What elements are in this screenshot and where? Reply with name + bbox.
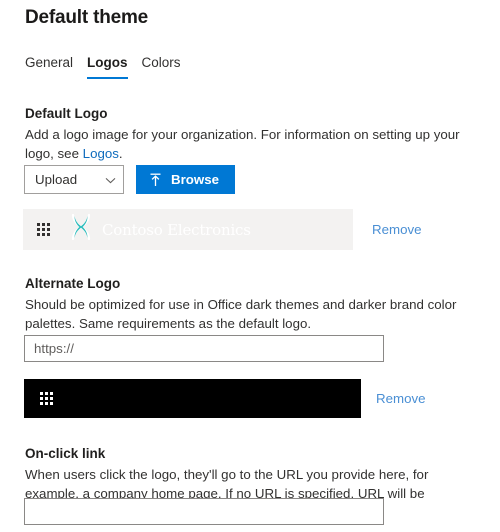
chevron-down-icon xyxy=(105,175,116,185)
page-title: Default theme xyxy=(25,7,149,28)
tab-colors[interactable]: Colors xyxy=(135,54,188,79)
onclick-link-input[interactable] xyxy=(24,498,384,525)
browse-button-label: Browse xyxy=(171,172,220,187)
brand-name-text: Contoso Electronics xyxy=(102,220,251,239)
upload-icon xyxy=(149,173,162,187)
default-logo-description-period: . xyxy=(118,146,123,161)
remove-default-logo-link[interactable]: Remove xyxy=(372,222,422,237)
tab-logos[interactable]: Logos xyxy=(80,54,135,79)
remove-alternate-logo-link[interactable]: Remove xyxy=(376,391,426,406)
waffle-grid-icon[interactable] xyxy=(40,392,53,405)
alternate-logo-url-input[interactable] xyxy=(24,335,384,362)
default-logo-description: Add a logo image for your organization. … xyxy=(25,125,480,163)
theme-tabs: General Logos Colors xyxy=(18,54,188,79)
tab-general-label: General xyxy=(25,55,74,70)
default-logo-upload-controls: Upload Browse xyxy=(24,165,236,194)
alternate-logo-heading: Alternate Logo xyxy=(25,276,121,291)
logo-source-select-value: Upload xyxy=(35,172,78,187)
contoso-x-logo-icon xyxy=(66,212,96,247)
waffle-grid-icon[interactable] xyxy=(37,223,50,236)
alternate-logo-description: Should be optimized for use in Office da… xyxy=(25,297,457,331)
logo-source-select[interactable]: Upload xyxy=(24,165,124,194)
tab-logos-label: Logos xyxy=(87,55,128,70)
default-logo-preview: Contoso Electronics xyxy=(23,209,353,250)
onclick-link-heading: On-click link xyxy=(25,446,106,461)
alternate-logo-preview-row: Remove xyxy=(24,379,426,418)
default-logo-preview-row: Contoso Electronics Remove xyxy=(23,209,422,250)
default-logo-heading: Default Logo xyxy=(25,106,108,121)
contoso-brandmark: Contoso Electronics xyxy=(66,212,251,247)
default-theme-panel: Default theme General Logos Colors Defau… xyxy=(0,0,500,532)
tab-general[interactable]: General xyxy=(18,54,80,79)
alternate-logo-preview xyxy=(24,379,361,418)
browse-button[interactable]: Browse xyxy=(136,165,236,194)
tab-colors-label: Colors xyxy=(141,55,181,70)
logos-help-link[interactable]: Logos xyxy=(83,146,119,161)
